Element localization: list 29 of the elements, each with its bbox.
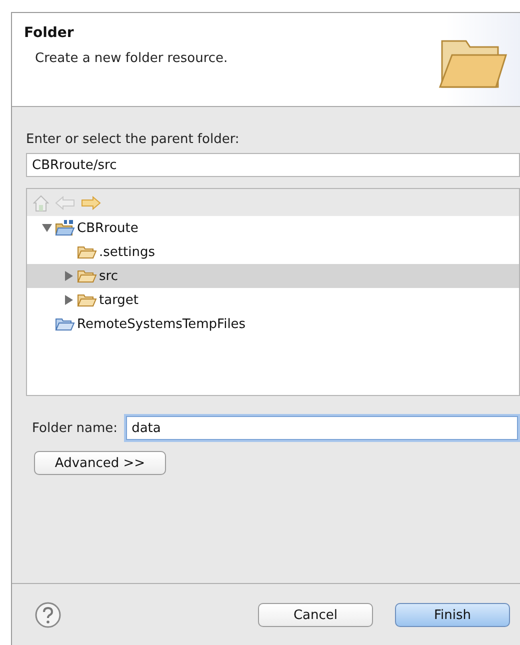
folder-name-label: Folder name:: [32, 420, 118, 436]
cancel-button[interactable]: Cancel: [258, 603, 373, 627]
parent-folder-label: Enter or select the parent folder:: [26, 132, 240, 147]
tree-item-label: CBRroute: [77, 220, 138, 236]
tree-item-label: target: [99, 292, 139, 308]
expanded-triangle-icon[interactable]: [41, 222, 53, 234]
dialog-description: Create a new folder resource.: [35, 51, 228, 66]
tree-row[interactable]: target: [27, 288, 519, 312]
dialog-title: Folder: [24, 25, 75, 41]
tree-item-label: RemoteSystemsTempFiles: [77, 316, 246, 332]
collapsed-triangle-icon[interactable]: [63, 294, 75, 306]
tree-row[interactable]: CBRroute: [27, 216, 519, 240]
tree-row[interactable]: src: [27, 264, 519, 288]
folder-name-field[interactable]: data: [126, 416, 518, 440]
folder-icon: [77, 293, 97, 307]
forward-arrow-icon[interactable]: [81, 196, 101, 210]
parent-folder-field[interactable]: CBRroute/src: [26, 153, 520, 177]
tree-row[interactable]: RemoteSystemsTempFiles: [27, 312, 519, 336]
advanced-button[interactable]: Advanced >>: [34, 451, 166, 475]
folder-icon: [77, 269, 97, 283]
tree-row[interactable]: .settings: [27, 240, 519, 264]
project-folder-icon: [55, 220, 75, 236]
finish-button[interactable]: Finish: [395, 603, 510, 627]
folder-icon: [77, 245, 97, 259]
help-icon[interactable]: [35, 602, 61, 628]
tree-item-label: src: [99, 268, 118, 284]
tree-item-label: .settings: [99, 244, 155, 260]
folder-icon: [55, 317, 75, 331]
collapsed-triangle-icon[interactable]: [63, 270, 75, 282]
